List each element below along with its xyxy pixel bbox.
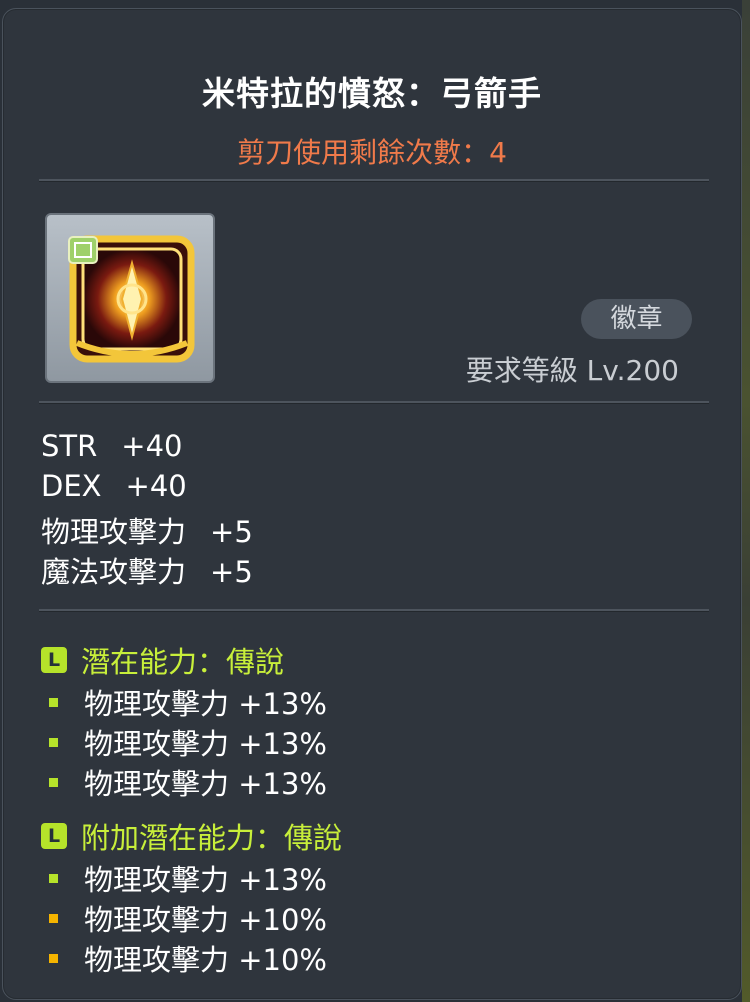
potential-text: 物理攻擊力 +13%	[84, 727, 327, 761]
item-icon-frame	[45, 213, 215, 383]
legendary-badge-icon: L	[41, 823, 67, 849]
bonus-potential-line: 物理攻擊力 +13%	[49, 857, 327, 899]
scissors-count: 剪刀使用剩餘次數：4	[237, 136, 507, 169]
bonus-potential-text: 物理攻擊力 +10%	[84, 903, 327, 937]
bonus-potential-text: 物理攻擊力 +13%	[84, 863, 327, 897]
stat-line: DEX +40	[41, 469, 187, 503]
potential-text: 物理攻擊力 +13%	[84, 687, 327, 721]
bonus-potential-title: 附加潛在能力：傳說	[81, 821, 343, 855]
item-type-badge: 徽章	[581, 299, 692, 339]
bullet-icon	[49, 777, 58, 787]
stat-value: +5	[210, 555, 253, 589]
bonus-potential-line: 物理攻擊力 +10%	[49, 897, 327, 939]
stat-name: 魔法攻擊力	[41, 555, 187, 589]
bullet-icon	[49, 737, 58, 747]
divider	[39, 609, 709, 612]
potential-title: 潛在能力：傳說	[81, 645, 285, 679]
item-title: 米特拉的憤怒：弓箭手	[202, 74, 542, 113]
stat-name: STR	[41, 429, 98, 463]
stat-name: 物理攻擊力	[41, 515, 187, 549]
stat-name: DEX	[41, 469, 102, 503]
stat-line: 物理攻擊力 +5	[41, 509, 253, 551]
stat-line: STR +40	[41, 429, 182, 463]
bonus-potential-line: 物理攻擊力 +10%	[49, 937, 327, 979]
potential-line: 物理攻擊力 +13%	[49, 761, 327, 803]
item-tooltip: 米特拉的憤怒：弓箭手 剪刀使用剩餘次數：4 徽章 要求等級 Lv.200 STR…	[2, 8, 742, 1000]
potential-text: 物理攻擊力 +13%	[84, 767, 327, 801]
stat-value: +40	[125, 469, 187, 503]
potential-header: L 潛在能力：傳說	[41, 639, 284, 681]
stat-value: +5	[210, 515, 253, 549]
bullet-icon	[49, 913, 58, 923]
bullet-icon	[49, 873, 58, 883]
divider	[39, 401, 709, 404]
bullet-icon	[49, 953, 58, 963]
stat-line: 魔法攻擊力 +5	[41, 549, 253, 591]
bonus-potential-text: 物理攻擊力 +10%	[84, 943, 327, 977]
divider	[39, 179, 709, 182]
potential-line: 物理攻擊力 +13%	[49, 721, 327, 763]
potential-line: 物理攻擊力 +13%	[49, 681, 327, 723]
emblem-icon	[68, 235, 195, 363]
bullet-icon	[49, 697, 58, 707]
legendary-badge-icon: L	[41, 647, 67, 673]
bonus-potential-header: L 附加潛在能力：傳說	[41, 815, 342, 857]
stat-value: +40	[121, 429, 183, 463]
level-requirement: 要求等級 Lv.200	[465, 354, 679, 387]
background-strip	[742, 0, 750, 1002]
